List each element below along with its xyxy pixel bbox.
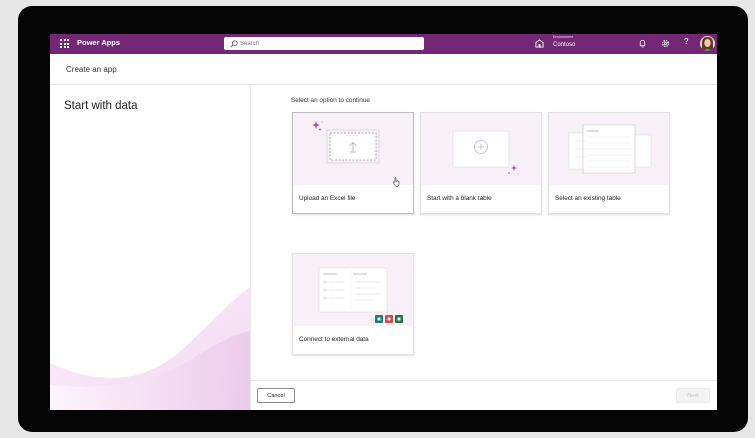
option-label: Upload an Excel file bbox=[299, 195, 356, 202]
help-icon[interactable]: ? bbox=[684, 37, 688, 46]
option-blank-table[interactable]: Start with a blank table bbox=[420, 112, 542, 214]
page-header: Create an app bbox=[50, 54, 717, 85]
instruction-text: Select an option to continue bbox=[291, 97, 370, 104]
options-area: Select an option to continue Upload an E… bbox=[251, 85, 717, 410]
waffle-icon[interactable] bbox=[60, 39, 69, 48]
existing-table-illustration bbox=[549, 113, 669, 185]
top-bar: Power Apps Environment Contoso ? bbox=[50, 34, 717, 54]
left-panel: Start with data bbox=[50, 85, 251, 410]
option-external-data[interactable]: Connect to external data bbox=[292, 253, 414, 355]
gear-icon[interactable] bbox=[661, 39, 670, 48]
bell-icon[interactable] bbox=[638, 39, 647, 48]
panel-heading: Start with data bbox=[64, 100, 138, 112]
upload-illustration bbox=[293, 113, 413, 185]
external-data-illustration bbox=[293, 254, 413, 326]
environment-label: Environment bbox=[553, 35, 574, 39]
option-existing-table[interactable]: Select an existing table bbox=[548, 112, 670, 214]
app-name[interactable]: Power Apps bbox=[77, 38, 120, 47]
footer-bar: Cancel Next bbox=[251, 380, 717, 410]
environment-name: Contoso bbox=[553, 41, 576, 48]
option-label: Start with a blank table bbox=[427, 195, 492, 202]
cancel-button[interactable]: Cancel bbox=[257, 388, 295, 403]
search-input[interactable] bbox=[240, 39, 415, 48]
decorative-wave bbox=[50, 287, 250, 410]
environment-picker[interactable]: Environment Contoso bbox=[553, 35, 576, 48]
search-box[interactable] bbox=[224, 37, 424, 50]
next-button[interactable]: Next bbox=[676, 388, 710, 403]
blank-table-illustration bbox=[421, 113, 541, 185]
app-window: Power Apps Environment Contoso ? bbox=[50, 34, 717, 410]
avatar[interactable] bbox=[700, 36, 715, 51]
option-upload-excel[interactable]: Upload an Excel file bbox=[292, 112, 414, 214]
hand-cursor-icon bbox=[392, 177, 400, 187]
page-title: Create an app bbox=[66, 65, 117, 74]
search-icon bbox=[230, 40, 238, 48]
environment-icon[interactable] bbox=[535, 39, 544, 48]
option-label: Connect to external data bbox=[299, 336, 369, 343]
option-label: Select an existing table bbox=[555, 195, 621, 202]
